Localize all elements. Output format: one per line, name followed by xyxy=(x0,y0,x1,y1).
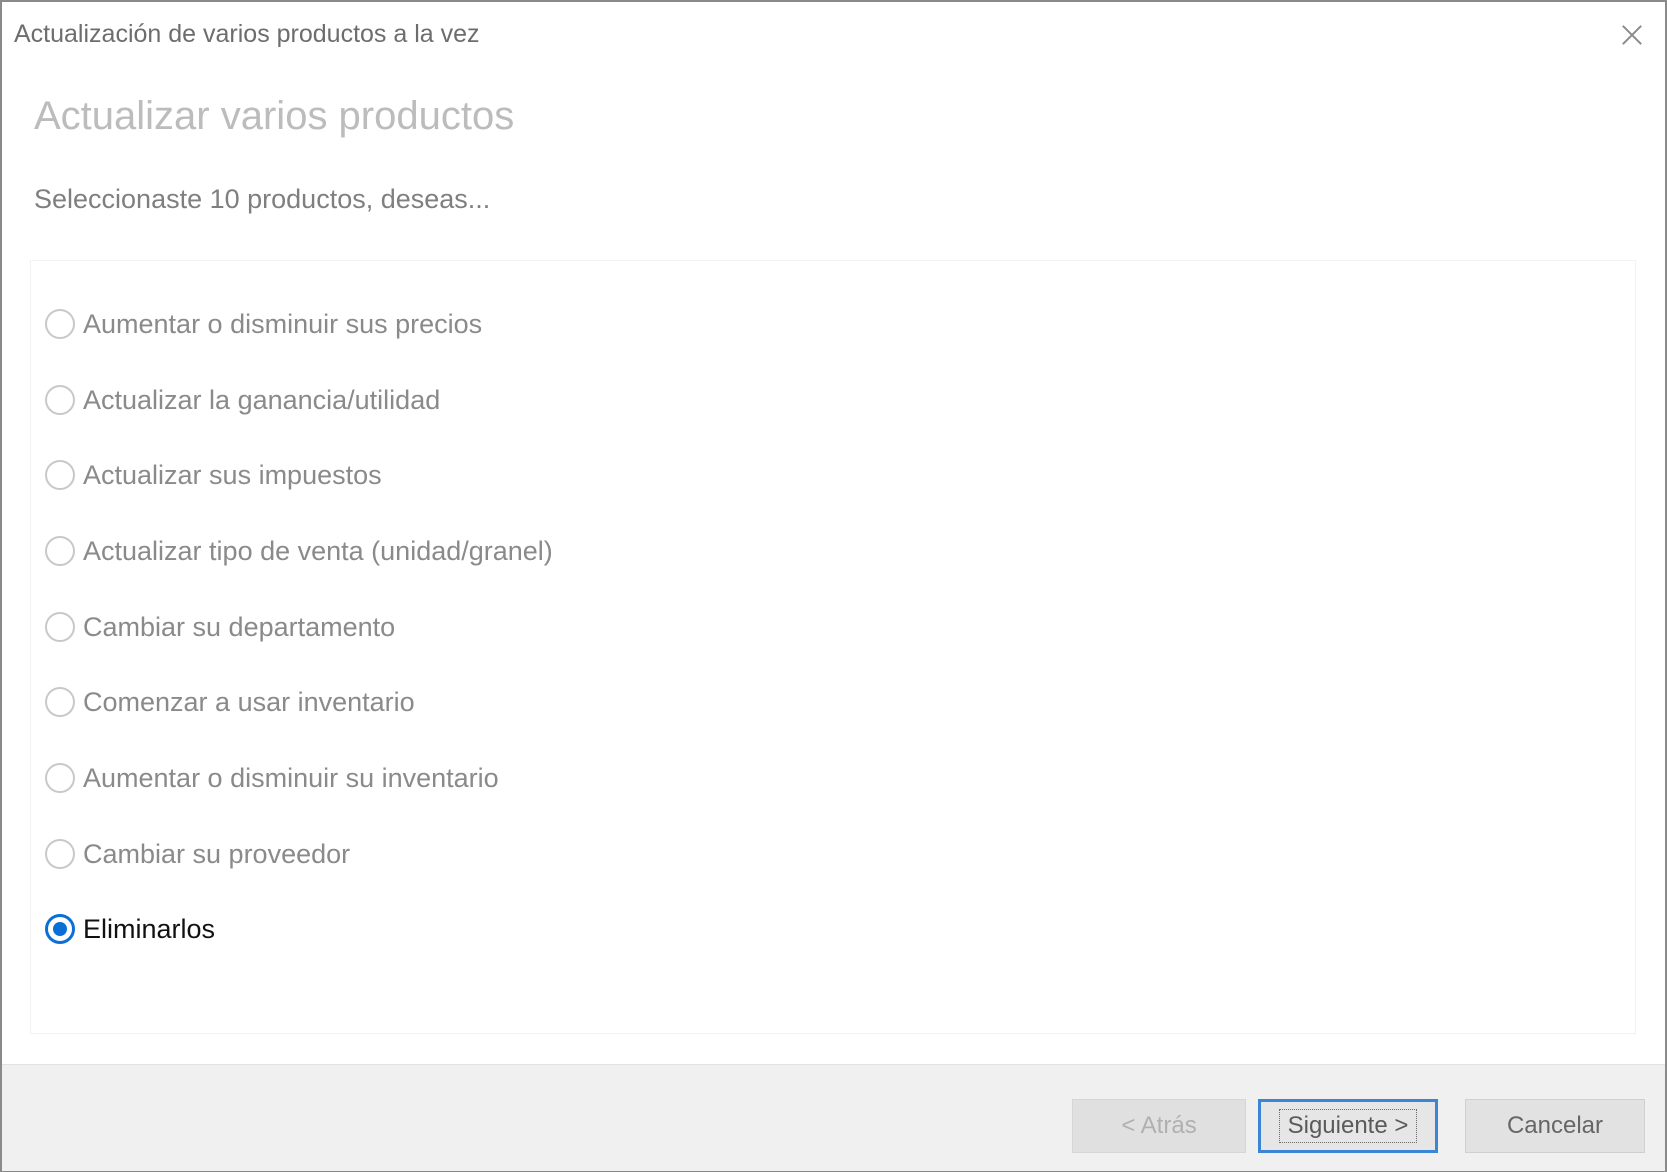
option-start-inventory[interactable]: Comenzar a usar inventario xyxy=(45,677,415,727)
option-adjust-inventory[interactable]: Aumentar o disminuir su inventario xyxy=(45,753,499,803)
option-update-profit[interactable]: Actualizar la ganancia/utilidad xyxy=(45,375,440,425)
page-heading: Actualizar varios productos xyxy=(34,94,515,138)
radio-button[interactable] xyxy=(45,763,75,793)
option-label: Actualizar sus impuestos xyxy=(83,459,382,490)
option-delete[interactable]: Eliminarlos xyxy=(45,904,215,954)
option-label: Actualizar tipo de venta (unidad/granel) xyxy=(83,535,553,566)
radio-button[interactable] xyxy=(45,687,75,717)
option-change-department[interactable]: Cambiar su departamento xyxy=(45,602,395,652)
title-bar: Actualización de varios productos a la v… xyxy=(2,2,1665,66)
option-label: Eliminarlos xyxy=(83,913,216,944)
option-label: Actualizar la ganancia/utilidad xyxy=(83,384,441,415)
next-button-label: Siguiente > xyxy=(1278,1109,1418,1143)
cancel-button-label: Cancelar xyxy=(1506,1112,1604,1139)
next-button[interactable]: Siguiente > xyxy=(1258,1099,1438,1153)
options-panel: Aumentar o disminuir sus precios Actuali… xyxy=(30,260,1636,1034)
radio-button[interactable] xyxy=(45,385,75,415)
radio-button[interactable] xyxy=(45,309,75,339)
option-update-taxes[interactable]: Actualizar sus impuestos xyxy=(45,450,382,500)
option-label: Cambiar su proveedor xyxy=(83,838,351,869)
cancel-button[interactable]: Cancelar xyxy=(1465,1099,1645,1153)
option-label: Aumentar o disminuir su inventario xyxy=(83,762,499,793)
option-adjust-prices[interactable]: Aumentar o disminuir sus precios xyxy=(45,299,482,349)
close-icon[interactable] xyxy=(1607,10,1657,60)
option-label: Cambiar su departamento xyxy=(83,611,396,642)
option-sale-type[interactable]: Actualizar tipo de venta (unidad/granel) xyxy=(45,526,553,576)
radio-button[interactable] xyxy=(45,536,75,566)
option-label: Comenzar a usar inventario xyxy=(83,686,415,717)
window-title: Actualización de varios productos a la v… xyxy=(14,20,480,48)
back-button[interactable]: < Atrás xyxy=(1072,1099,1246,1153)
radio-button[interactable] xyxy=(45,612,75,642)
dialog-footer: < Atrás Siguiente > Cancelar xyxy=(2,1064,1665,1171)
radio-button[interactable] xyxy=(45,839,75,869)
back-button-label: < Atrás xyxy=(1121,1112,1197,1139)
option-change-supplier[interactable]: Cambiar su proveedor xyxy=(45,829,350,879)
radio-button[interactable] xyxy=(45,460,75,490)
radio-button-selected[interactable] xyxy=(45,914,75,944)
dialog-window: Actualización de varios productos a la v… xyxy=(0,0,1667,1172)
page-subheading: Seleccionaste 10 productos, deseas... xyxy=(34,184,491,214)
option-label: Aumentar o disminuir sus precios xyxy=(83,308,483,339)
